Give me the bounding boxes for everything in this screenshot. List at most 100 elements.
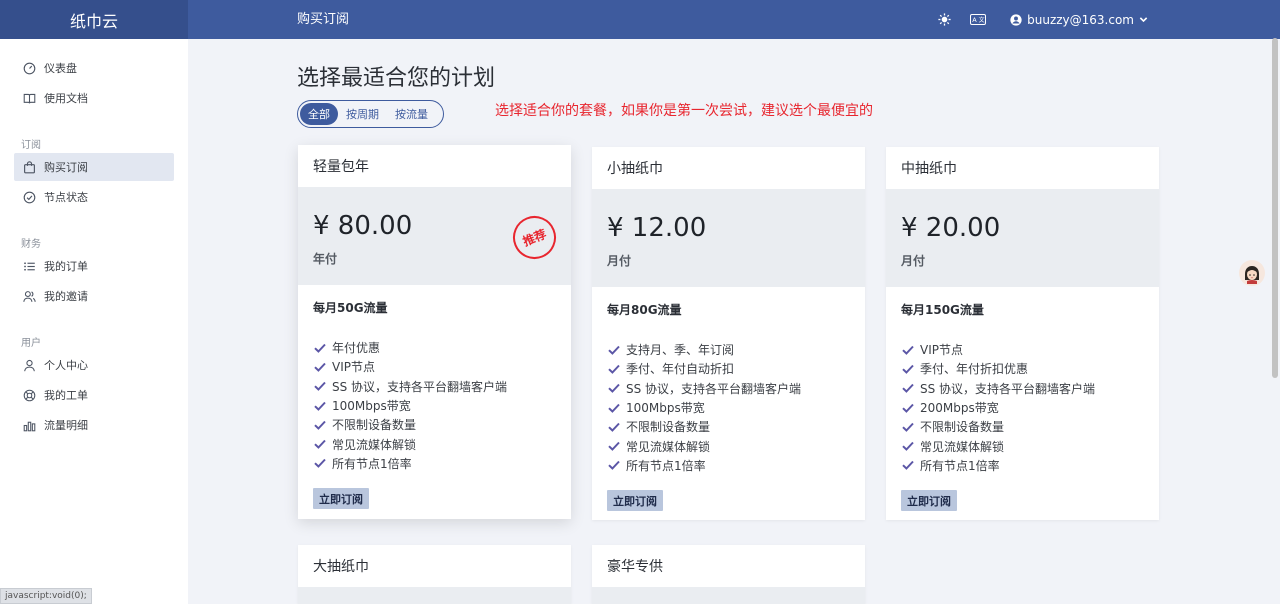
book-icon [22,91,36,105]
filter-by-traffic[interactable]: 按流量 [387,103,436,125]
sidebar-item-traffic[interactable]: 流量明细 [14,411,174,439]
sidebar-item-label: 使用文档 [44,92,88,105]
sidebar-item-label: 仪表盘 [44,62,77,75]
sidebar-item-label: 流量明细 [44,419,88,432]
check-icon [901,401,914,414]
list-icon [22,259,36,273]
plan-name: 轻量包年 [313,159,369,175]
sidebar-item-docs[interactable]: 使用文档 [14,84,174,112]
feature-label: 季付、年付自动折扣 [626,362,735,377]
bag-icon [22,160,36,174]
sidebar-item-label: 我的工单 [44,389,88,402]
check-icon [607,382,620,395]
plan-filter: 全部 按周期 按流量 [297,100,444,128]
feature-label: 常见流媒体解锁 [626,439,711,454]
check-icon [901,459,914,472]
sidebar-item-label: 购买订阅 [44,161,88,174]
top-bar: 纸巾云 购买订阅 A文 buuzzy@163.com [0,0,1280,39]
plan-name: 中抽纸巾 [901,161,957,177]
page-title: 选择最适合您的计划 [297,66,496,91]
assistant-avatar-icon[interactable] [1239,260,1265,286]
check-icon [901,440,914,453]
feature-item: SS 协议，支持各平台翻墙客户端 [607,379,850,398]
sidebar-item-dashboard[interactable]: 仪表盘 [14,54,174,82]
subscribe-button[interactable]: 立即订阅 [313,488,369,510]
feature-label: 不限制设备数量 [332,418,417,433]
plan-price: ¥ 20.00 [901,213,1001,243]
feature-label: SS 协议，支持各平台翻墙客户端 [626,381,802,396]
feature-label: 100Mbps带宽 [626,401,705,416]
price-box: ¥ 20.00 月付 [886,189,1159,287]
check-icon [313,457,326,470]
page-heading: 购买订阅 [297,12,350,27]
feature-label: SS 协议，支持各平台翻墙客户端 [332,379,508,394]
feature-item: 200Mbps带宽 [901,398,1144,417]
check-icon [313,341,326,354]
check-icon [901,362,914,375]
feature-item: VIP节点 [313,357,556,376]
sidebar-item-label: 我的邀请 [44,290,88,303]
feature-label: 支持月、季、年订阅 [626,343,735,358]
theme-toggle-icon[interactable] [934,10,954,30]
feature-label: 所有节点1倍率 [920,458,1000,473]
scrollbar[interactable] [1272,38,1278,378]
recommendation-note: 选择适合你的套餐，如果你是第一次尝试，建议选个最便宜的 [495,103,873,119]
feature-item: 所有节点1倍率 [313,454,556,473]
plan-traffic: 每月50G流量 [313,301,388,315]
feature-label: 100Mbps带宽 [332,399,411,414]
check-icon [313,380,326,393]
feature-label: 200Mbps带宽 [920,401,999,416]
brand-logo[interactable]: 纸巾云 [0,0,188,39]
check-icon [607,420,620,433]
check-icon [607,440,620,453]
plan-card: 小抽纸巾 ¥ 12.00 月付 每月80G流量 支持月、季、年订阅 季付、年付自… [592,147,865,520]
sidebar-item-profile[interactable]: 个人中心 [14,351,174,379]
feature-label: 常见流媒体解锁 [920,439,1005,454]
feature-label: SS 协议，支持各平台翻墙客户端 [920,381,1096,396]
plan-card: 豪华专供 [592,545,865,604]
feature-item: 所有节点1倍率 [901,456,1144,475]
chevron-down-icon [1139,17,1148,23]
price-box: ¥ 80.00 年付 推荐 [298,187,571,285]
plan-card: 大抽纸巾 [298,545,571,604]
check-icon [901,382,914,395]
sidebar-item-label: 我的订单 [44,260,88,273]
feature-item: 100Mbps带宽 [607,398,850,417]
user-avatar-icon [1010,13,1022,26]
check-icon [313,399,326,412]
check-circle-icon [22,190,36,204]
sidebar-item-node-status[interactable]: 节点状态 [14,183,174,211]
price-box [592,587,865,604]
user-menu[interactable]: buuzzy@163.com [1010,13,1148,27]
subscribe-button[interactable]: 立即订阅 [901,490,957,512]
check-icon [607,343,620,356]
subscribe-button[interactable]: 立即订阅 [607,490,663,512]
price-box [298,587,571,604]
check-icon [313,360,326,373]
sidebar-item-tickets[interactable]: 我的工单 [14,381,174,409]
language-icon[interactable]: A文 [968,10,988,30]
sidebar: 仪表盘 使用文档 订阅 购买订阅 节点状态 财务 我的订单 我的邀请 用户 个人… [0,39,188,604]
plan-traffic: 每月150G流量 [901,303,984,317]
check-icon [901,420,914,433]
sidebar-item-orders[interactable]: 我的订单 [14,252,174,280]
sidebar-item-invites[interactable]: 我的邀请 [14,282,174,310]
filter-all[interactable]: 全部 [300,103,338,125]
sidebar-item-buy-subscription[interactable]: 购买订阅 [14,153,174,181]
feature-label: VIP节点 [920,343,963,358]
check-icon [901,343,914,356]
support-icon [22,388,36,402]
feature-item: 不限制设备数量 [607,417,850,436]
filter-by-period[interactable]: 按周期 [338,103,387,125]
plan-price: ¥ 12.00 [607,213,707,243]
check-icon [607,362,620,375]
sidebar-item-label: 个人中心 [44,359,88,372]
feature-label: 季付、年付折扣优惠 [920,362,1029,377]
plan-traffic: 每月80G流量 [607,303,682,317]
feature-item: 所有节点1倍率 [607,456,850,475]
svg-text:文: 文 [979,16,985,24]
users-icon [22,289,36,303]
status-bar-url: javascript:void(0); [0,588,92,604]
check-icon [313,438,326,451]
feature-item: 季付、年付折扣优惠 [901,359,1144,378]
